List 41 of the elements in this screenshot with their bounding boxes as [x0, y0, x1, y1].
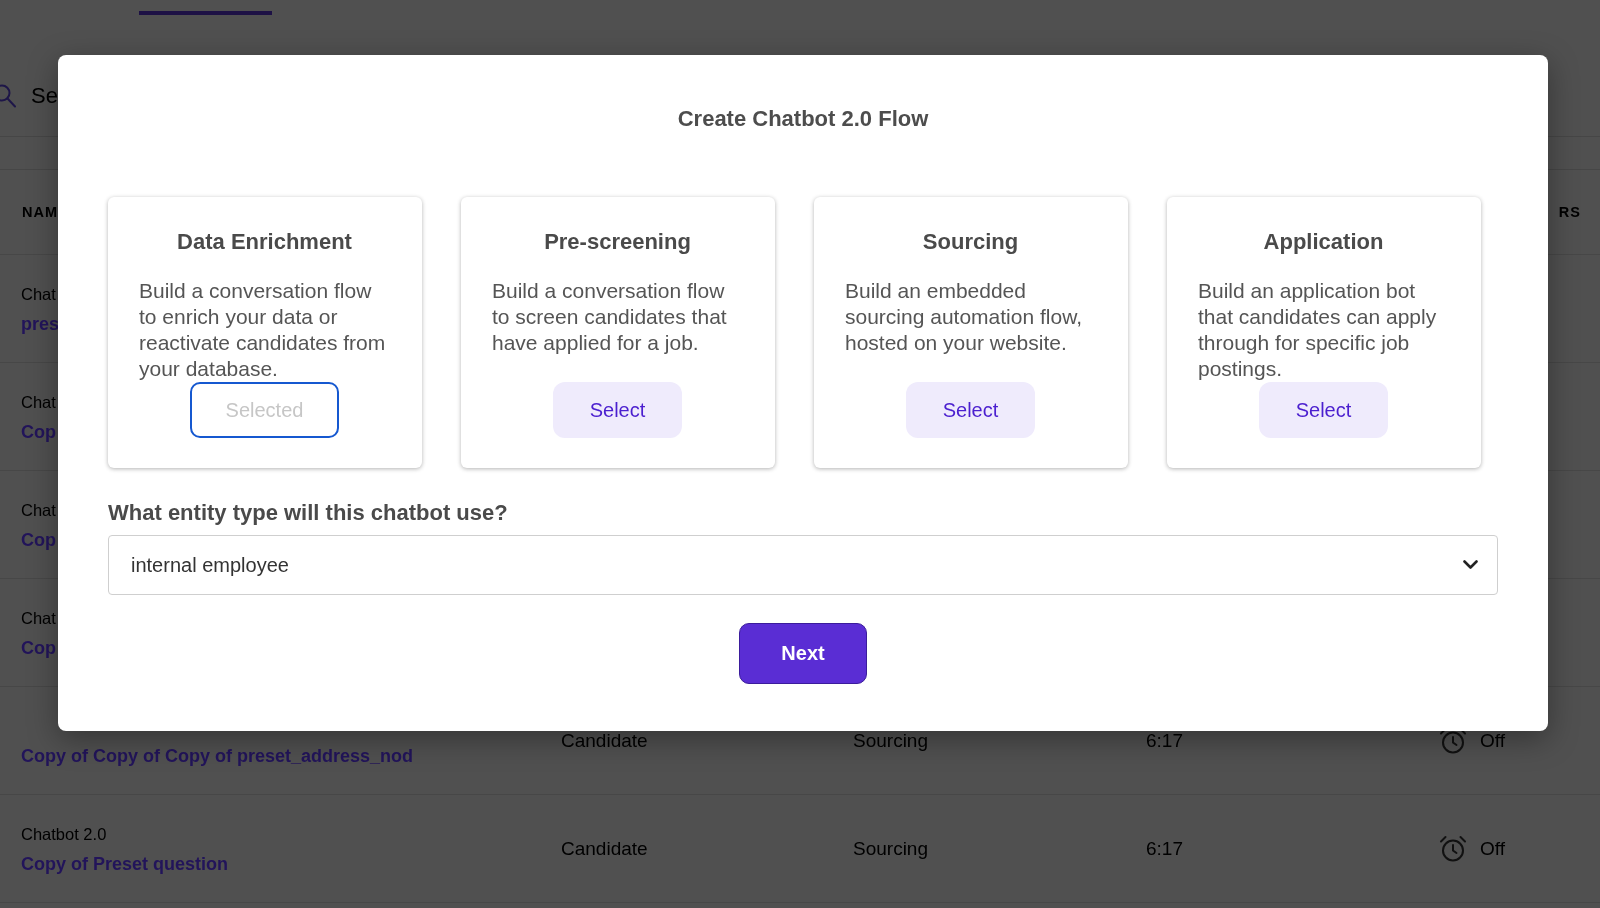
- search-field[interactable]: Se: [31, 82, 59, 109]
- schedule-status: Off: [1480, 729, 1505, 752]
- select-button[interactable]: Selected: [190, 382, 339, 438]
- column-header: RS: [1558, 204, 1581, 220]
- chatbot-name-link[interactable]: pres: [21, 312, 60, 336]
- bot-type-label: Chat: [21, 500, 56, 520]
- card-title: Data Enrichment: [177, 228, 352, 256]
- card-title: Sourcing: [922, 228, 1019, 256]
- bot-type-label: Chat: [21, 608, 56, 628]
- select-button[interactable]: Select: [553, 382, 682, 438]
- card-title: Application: [1263, 228, 1384, 256]
- table-cell-text: Sourcing: [853, 837, 929, 860]
- chevron-down-icon: [1463, 560, 1478, 570]
- entity-select[interactable]: internal employee: [108, 535, 1498, 595]
- entity-question: What entity type will this chatbot use?: [108, 499, 508, 527]
- dialog-title: Create Chatbot 2.0 Flow: [677, 105, 929, 133]
- table-cell-text: Candidate: [561, 729, 649, 752]
- card-description: Build an embedded sourcing automation flow, hosted on your website.: [845, 278, 1083, 356]
- table-cell-text: Sourcing: [853, 729, 929, 752]
- next-button[interactable]: Next: [739, 623, 867, 684]
- column-header: NAM: [22, 204, 59, 220]
- table-cell-text: 6:17: [1146, 837, 1184, 860]
- select-button[interactable]: Select: [1259, 382, 1388, 438]
- card-title: Pre-screening: [544, 228, 691, 256]
- card-description: Build an application bot that candidates can apply through for specific job postings.: [1198, 278, 1438, 382]
- bot-type-label: Chat: [21, 392, 56, 412]
- schedule-status: Off: [1480, 837, 1505, 860]
- chatbot-name-link[interactable]: Cop: [21, 528, 56, 552]
- select-button[interactable]: Select: [906, 382, 1035, 438]
- chatbot-name-link[interactable]: Copy of Preset question: [21, 852, 229, 876]
- bot-type-label: Chat: [21, 284, 56, 304]
- chatbot-name-link[interactable]: Cop: [21, 636, 56, 660]
- bot-type-label: Chatbot 2.0: [21, 824, 107, 844]
- table-cell-text: Candidate: [561, 837, 649, 860]
- alarm-clock-icon: [1439, 834, 1467, 863]
- card-description: Build a conversation flow to enrich your data or reactivate candidates from your database.: [139, 278, 387, 382]
- chatbot-name-link[interactable]: Cop: [21, 420, 56, 444]
- card-description: Build a conversation flow to screen candidates that have applied for a job.: [492, 278, 728, 356]
- search-icon: [0, 83, 16, 108]
- chatbot-name-link[interactable]: Copy of Copy of Copy of preset_address_nod: [21, 744, 414, 768]
- table-cell-text: 6:17: [1146, 729, 1184, 752]
